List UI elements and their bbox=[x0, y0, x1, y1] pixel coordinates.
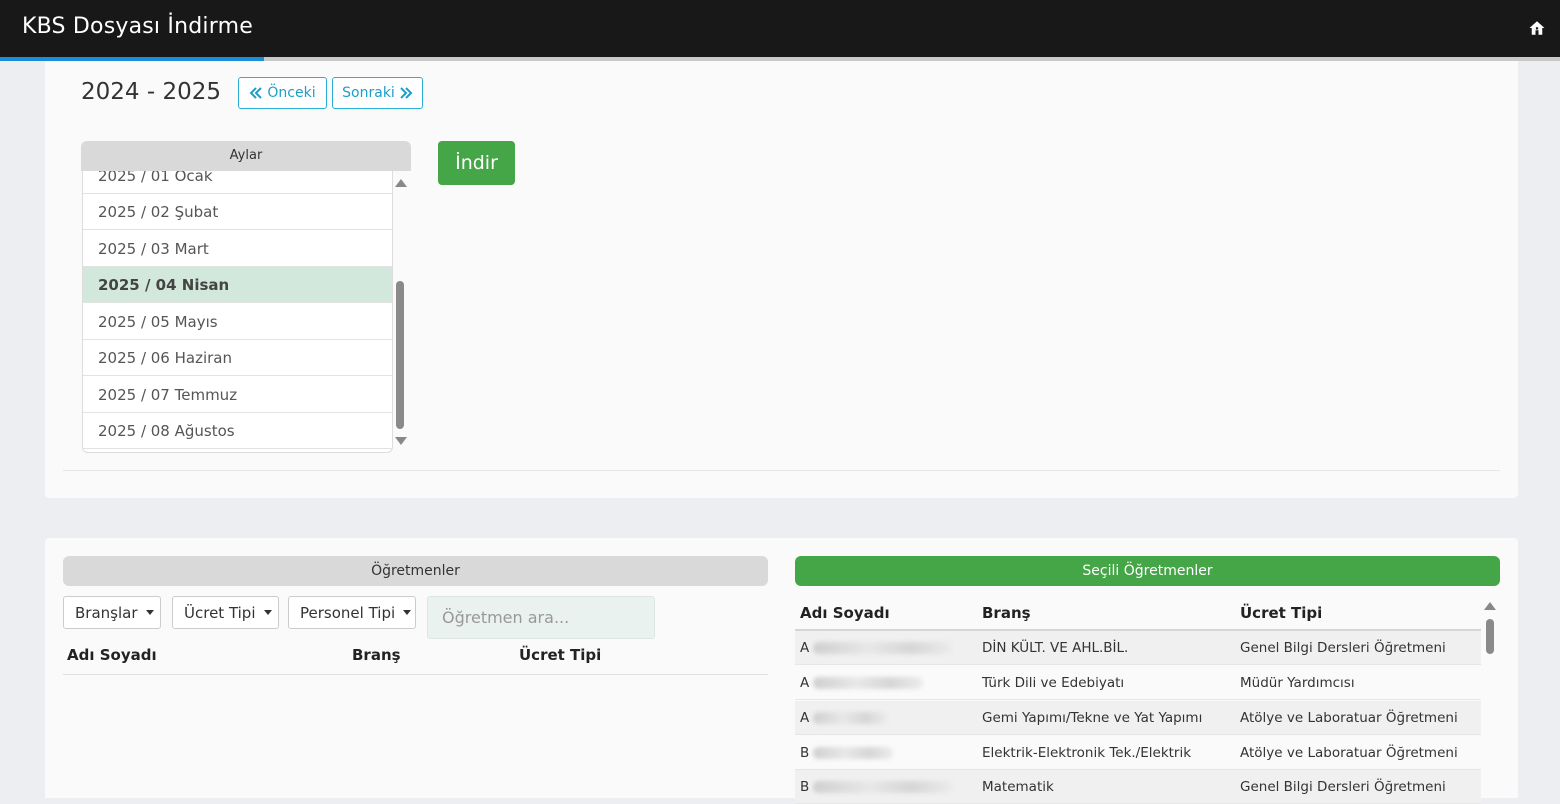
school-year: 2024 - 2025 bbox=[81, 79, 221, 105]
staff-type-filter-label: Personel Tipi bbox=[300, 603, 396, 622]
teachers-header: Öğretmenler bbox=[63, 556, 768, 586]
teacher-branch-cell: Elektrik-Elektronik Tek./Elektrik bbox=[982, 745, 1192, 761]
teachers-col-branch: Branş bbox=[352, 646, 401, 664]
months-list[interactable]: 2025 / 01 Ocak 2025 / 02 Şubat 2025 / 03… bbox=[82, 171, 393, 453]
month-item-selected[interactable]: 2025 / 04 Nisan bbox=[83, 267, 392, 303]
table-row[interactable]: A Gemi Yapımı/Tekne ve Yat Yapımı Atölye… bbox=[795, 701, 1481, 735]
teacher-name-cell: A bbox=[800, 701, 889, 735]
selected-teachers-scrollbar[interactable] bbox=[1482, 600, 1498, 800]
teacher-branch-cell: Gemi Yapımı/Tekne ve Yat Yapımı bbox=[982, 710, 1203, 726]
previous-button[interactable]: Önceki bbox=[238, 77, 327, 109]
month-item[interactable]: 2025 / 06 Haziran bbox=[83, 340, 392, 376]
page-title: KBS Dosyası İndirme bbox=[22, 14, 253, 39]
teacher-pay-type-cell: Atölye ve Laboratuar Öğretmeni bbox=[1240, 710, 1458, 726]
download-button[interactable]: İndir bbox=[438, 141, 515, 185]
double-chevron-left-icon bbox=[249, 87, 263, 99]
teacher-pay-type-cell: Müdür Yardımcısı bbox=[1240, 675, 1355, 691]
previous-label: Önceki bbox=[267, 85, 316, 101]
month-item[interactable]: 2025 / 01 Ocak bbox=[83, 171, 392, 194]
home-icon[interactable] bbox=[1528, 19, 1546, 37]
selected-col-name: Adı Soyadı bbox=[800, 604, 890, 622]
table-row[interactable]: A Türk Dili ve Edebiyatı Müdür Yardımcıs… bbox=[795, 666, 1481, 700]
pay-type-filter-label: Ücret Tipi bbox=[184, 603, 256, 622]
teachers-col-pay-type: Ücret Tipi bbox=[519, 646, 602, 664]
period-card: 2024 - 2025 Önceki Sonraki Aylar 2025 / … bbox=[45, 61, 1518, 498]
table-row[interactable]: B Elektrik-Elektronik Tek./Elektrik Atöl… bbox=[795, 736, 1481, 770]
month-item[interactable]: 2025 / 05 Mayıs bbox=[83, 304, 392, 340]
next-button[interactable]: Sonraki bbox=[332, 77, 423, 109]
scroll-thumb[interactable] bbox=[1486, 619, 1494, 654]
selected-col-branch: Branş bbox=[982, 604, 1031, 622]
branch-filter-label: Branşlar bbox=[75, 603, 138, 622]
teacher-pay-type-cell: Genel Bilgi Dersleri Öğretmeni bbox=[1240, 779, 1446, 795]
teachers-table-divider bbox=[63, 674, 768, 675]
double-chevron-right-icon bbox=[400, 87, 413, 99]
next-label: Sonraki bbox=[342, 85, 395, 101]
month-item[interactable]: 2025 / 03 Mart bbox=[83, 231, 392, 267]
branch-filter-dropdown[interactable]: Branşlar bbox=[63, 596, 161, 629]
teacher-name-cell: B bbox=[800, 770, 954, 804]
scroll-down-icon[interactable] bbox=[395, 437, 407, 445]
teacher-pay-type-cell: Atölye ve Laboratuar Öğretmeni bbox=[1240, 745, 1458, 761]
teacher-name-cell: A bbox=[800, 666, 924, 700]
caret-down-icon bbox=[403, 610, 412, 615]
staff-type-filter-dropdown[interactable]: Personel Tipi bbox=[288, 596, 416, 629]
table-row[interactable]: A DİN KÜLT. VE AHL.BİL. Genel Bilgi Ders… bbox=[795, 631, 1481, 665]
teachers-card: Öğretmenler Branşlar Ücret Tipi Personel… bbox=[45, 538, 1518, 804]
teacher-pay-type-cell: Genel Bilgi Dersleri Öğretmeni bbox=[1240, 640, 1446, 656]
divider bbox=[63, 470, 1500, 471]
teacher-branch-cell: DİN KÜLT. VE AHL.BİL. bbox=[982, 640, 1129, 656]
scroll-up-icon[interactable] bbox=[1484, 602, 1496, 610]
teacher-branch-cell: Türk Dili ve Edebiyatı bbox=[982, 675, 1125, 691]
month-item[interactable]: 2025 / 08 Ağustos bbox=[83, 413, 392, 449]
caret-down-icon bbox=[263, 610, 272, 615]
months-header: Aylar bbox=[81, 141, 411, 171]
teacher-search-input[interactable]: Öğretmen ara... bbox=[427, 596, 655, 639]
caret-down-icon bbox=[145, 610, 154, 615]
scroll-thumb[interactable] bbox=[396, 281, 404, 429]
selected-col-pay-type: Ücret Tipi bbox=[1240, 604, 1323, 622]
teacher-name-cell: A bbox=[800, 631, 954, 665]
teacher-name-cell: B bbox=[800, 736, 894, 770]
teachers-col-name: Adı Soyadı bbox=[67, 646, 157, 664]
scroll-up-icon[interactable] bbox=[395, 179, 407, 187]
teacher-branch-cell: Matematik bbox=[982, 779, 1054, 795]
pay-type-filter-dropdown[interactable]: Ücret Tipi bbox=[172, 596, 279, 629]
month-item[interactable]: 2025 / 07 Temmuz bbox=[83, 377, 392, 413]
months-scrollbar[interactable] bbox=[393, 173, 407, 451]
selected-teachers-header: Seçili Öğretmenler bbox=[795, 556, 1500, 586]
app-header: KBS Dosyası İndirme bbox=[0, 0, 1560, 57]
month-item[interactable]: 2025 / 02 Şubat bbox=[83, 194, 392, 230]
table-row[interactable]: B Matematik Genel Bilgi Dersleri Öğretme… bbox=[795, 770, 1481, 804]
